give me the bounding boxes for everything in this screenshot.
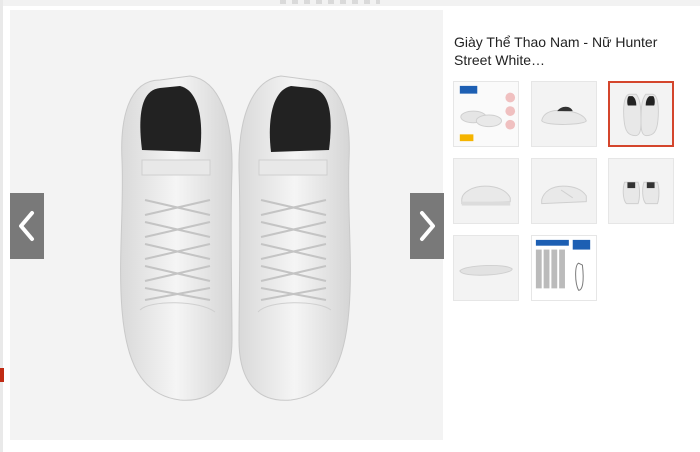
shoes-top-view-image	[10, 10, 443, 440]
shoe-side-view-image	[454, 159, 518, 223]
thumbnail-sole[interactable]	[453, 235, 519, 301]
top-dots	[280, 0, 380, 4]
shoe-side-view-2-image	[532, 159, 596, 223]
thumbnail-front-angle[interactable]	[531, 81, 597, 147]
product-title: Giày Thể Thao Nam - Nữ Hunter Street Whi…	[454, 34, 658, 68]
main-product-image[interactable]	[10, 10, 443, 440]
left-accent-mark	[0, 368, 4, 382]
chevron-left-icon	[19, 211, 34, 241]
previous-image-button[interactable]	[10, 193, 44, 259]
thumbnail-side-view[interactable]	[453, 158, 519, 224]
thumbnail-back-view[interactable]	[608, 158, 674, 224]
next-image-button[interactable]	[410, 193, 444, 259]
size-chart-image	[532, 236, 596, 300]
thumbnail-top-view[interactable]	[608, 81, 674, 147]
thumbnail-promo[interactable]	[453, 81, 519, 147]
promo-image	[454, 82, 518, 146]
shoe-top-view-thumb-image	[610, 83, 672, 145]
thumbnail-side-view-2[interactable]	[531, 158, 597, 224]
chevron-right-icon	[420, 211, 435, 241]
shoe-back-view-image	[609, 159, 673, 223]
thumbnail-size-chart[interactable]	[531, 235, 597, 301]
shoe-front-angle-image	[532, 82, 596, 146]
shoe-sole-image	[454, 236, 518, 300]
left-edge	[0, 0, 3, 452]
